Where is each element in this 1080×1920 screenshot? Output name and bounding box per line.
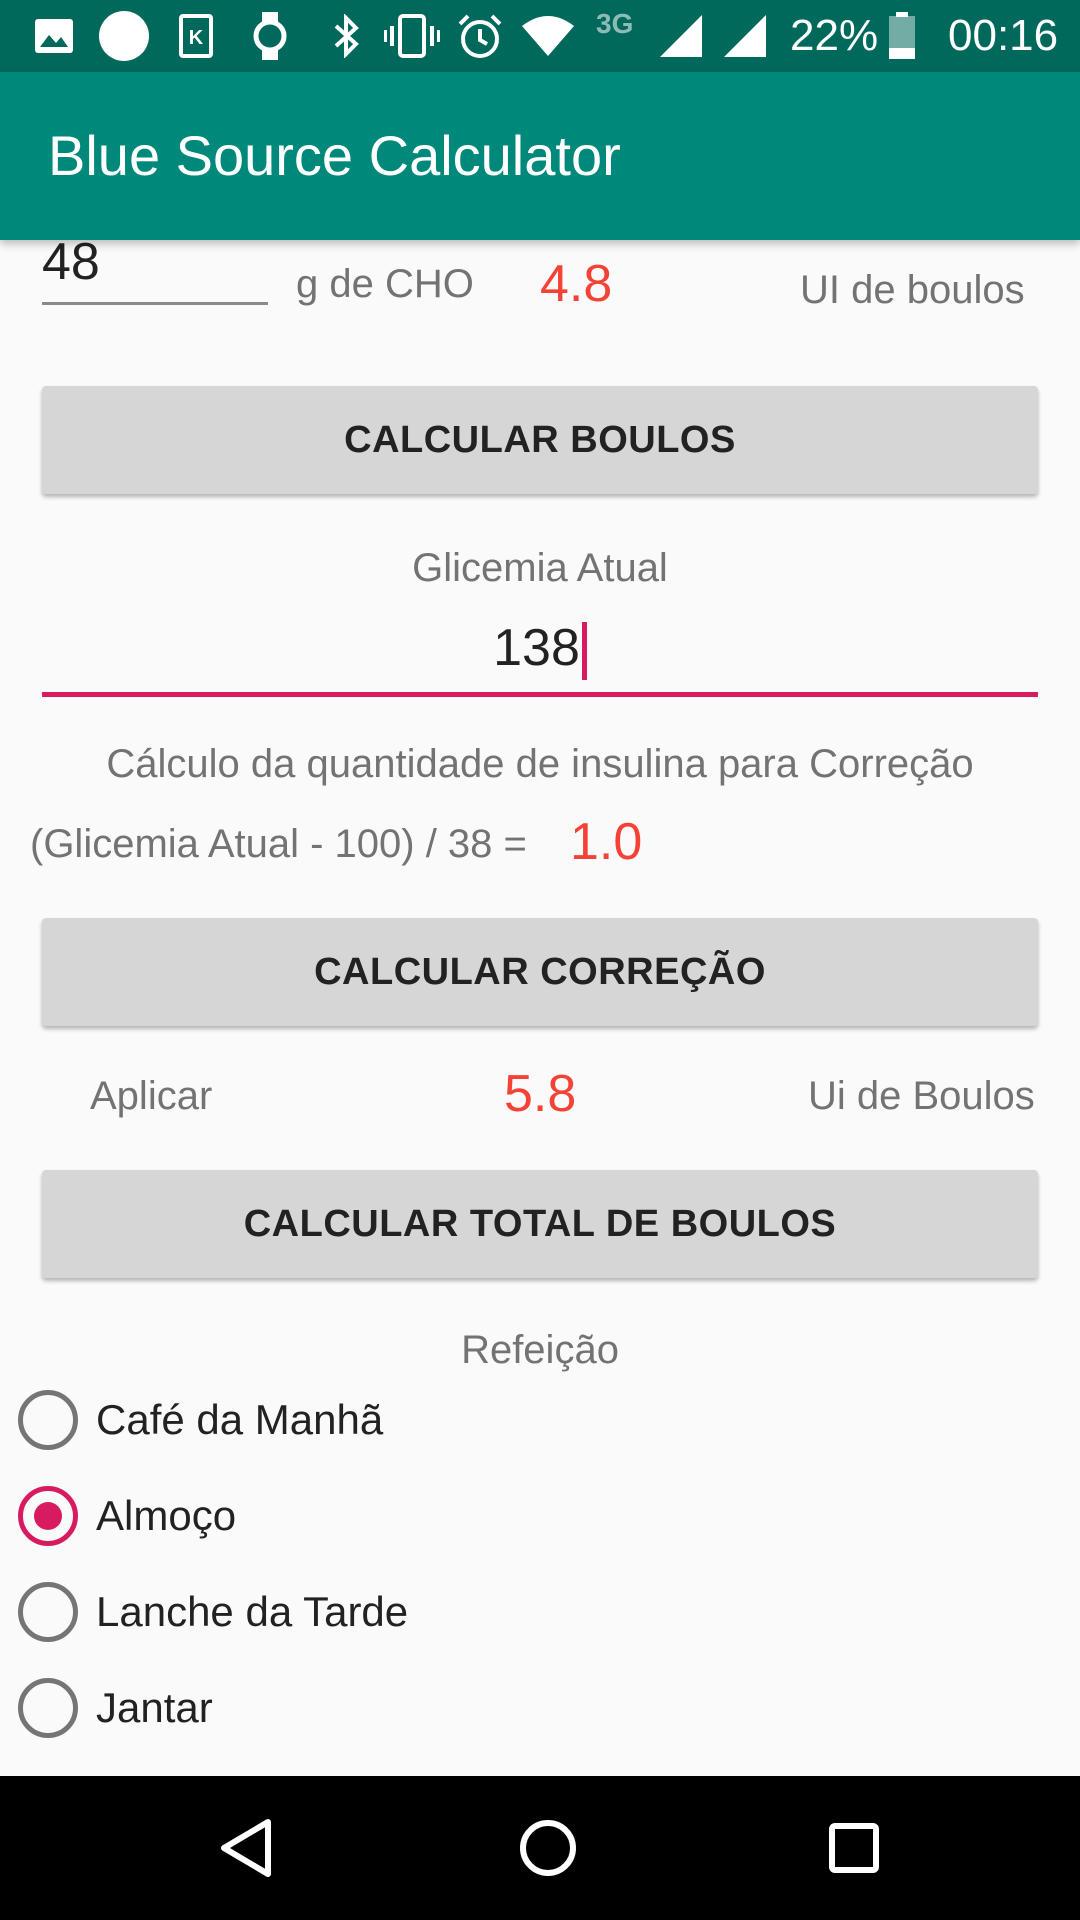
- alarm-icon: [456, 14, 504, 58]
- recents-icon[interactable]: [818, 1812, 890, 1884]
- cho-grams-input[interactable]: 48: [42, 240, 268, 305]
- glicemia-value: 138: [493, 619, 580, 677]
- signal-icon: [658, 14, 704, 58]
- radio-label-cafe-da-manha[interactable]: Café da Manhã: [96, 1396, 383, 1444]
- calculate-boulos-button[interactable]: CALCULAR BOULOS: [42, 386, 1038, 494]
- boulos-result-unit: UI de boulos: [800, 268, 1025, 312]
- total-boulos-unit: Ui de Boulos: [808, 1074, 1035, 1118]
- image-icon: [34, 14, 74, 58]
- back-icon[interactable]: [210, 1812, 282, 1884]
- vibrate-icon: [384, 14, 440, 58]
- glicemia-value-wrap: 138: [42, 618, 1038, 681]
- clock: 00:16: [948, 11, 1059, 60]
- correction-result: 1.0: [570, 813, 643, 871]
- correction-title: Cálculo da quantidade de insulina para C…: [106, 742, 974, 786]
- cho-grams-value: 48: [42, 240, 100, 291]
- total-boulos-value: 5.8: [504, 1065, 577, 1123]
- status-bar: K 3G 22% 00:16: [0, 0, 1080, 72]
- cho-unit-label: g de CHO: [296, 262, 474, 306]
- bluetooth-icon: [330, 14, 362, 58]
- correction-formula: (Glicemia Atual - 100) / 38 =: [30, 822, 527, 866]
- apply-label: Aplicar: [90, 1074, 213, 1118]
- watch-icon: [250, 12, 290, 60]
- home-icon[interactable]: [512, 1812, 584, 1884]
- battery-percent: 22%: [790, 11, 879, 60]
- glicemia-label: Glicemia Atual: [412, 546, 668, 590]
- radio-lanche-da-tarde[interactable]: [18, 1582, 78, 1642]
- text-cursor: [581, 622, 587, 681]
- radio-label-lanche-da-tarde[interactable]: Lanche da Tarde: [96, 1588, 408, 1636]
- radio-almoco[interactable]: [18, 1486, 78, 1546]
- calculator-content[interactable]: 48 g de CHO 4.8 UI de boulos CALCULAR BO…: [0, 240, 1080, 1776]
- navigation-bar: [0, 1776, 1080, 1920]
- meal-label: Refeição: [461, 1328, 619, 1372]
- signal-icon: [722, 14, 768, 58]
- calculate-total-button[interactable]: CALCULAR TOTAL DE BOULOS: [42, 1170, 1038, 1278]
- calculate-correction-button[interactable]: CALCULAR CORREÇÃO: [42, 918, 1038, 1026]
- wifi-icon: [520, 14, 576, 58]
- battery-icon: [888, 12, 916, 59]
- network-type: 3G: [596, 8, 634, 39]
- k-app-icon: K: [178, 14, 214, 58]
- boulos-result-value: 4.8: [540, 255, 613, 313]
- radio-cafe-da-manha[interactable]: [18, 1390, 78, 1450]
- glicemia-input[interactable]: 138: [42, 610, 1038, 697]
- svg-text:K: K: [189, 27, 204, 49]
- app-bar: Blue Source Calculator: [0, 72, 1080, 240]
- radio-label-jantar[interactable]: Jantar: [96, 1684, 213, 1732]
- circle-icon: [98, 11, 150, 61]
- radio-jantar[interactable]: [18, 1678, 78, 1738]
- radio-label-almoco[interactable]: Almoço: [96, 1492, 236, 1540]
- app-title: Blue Source Calculator: [48, 124, 621, 187]
